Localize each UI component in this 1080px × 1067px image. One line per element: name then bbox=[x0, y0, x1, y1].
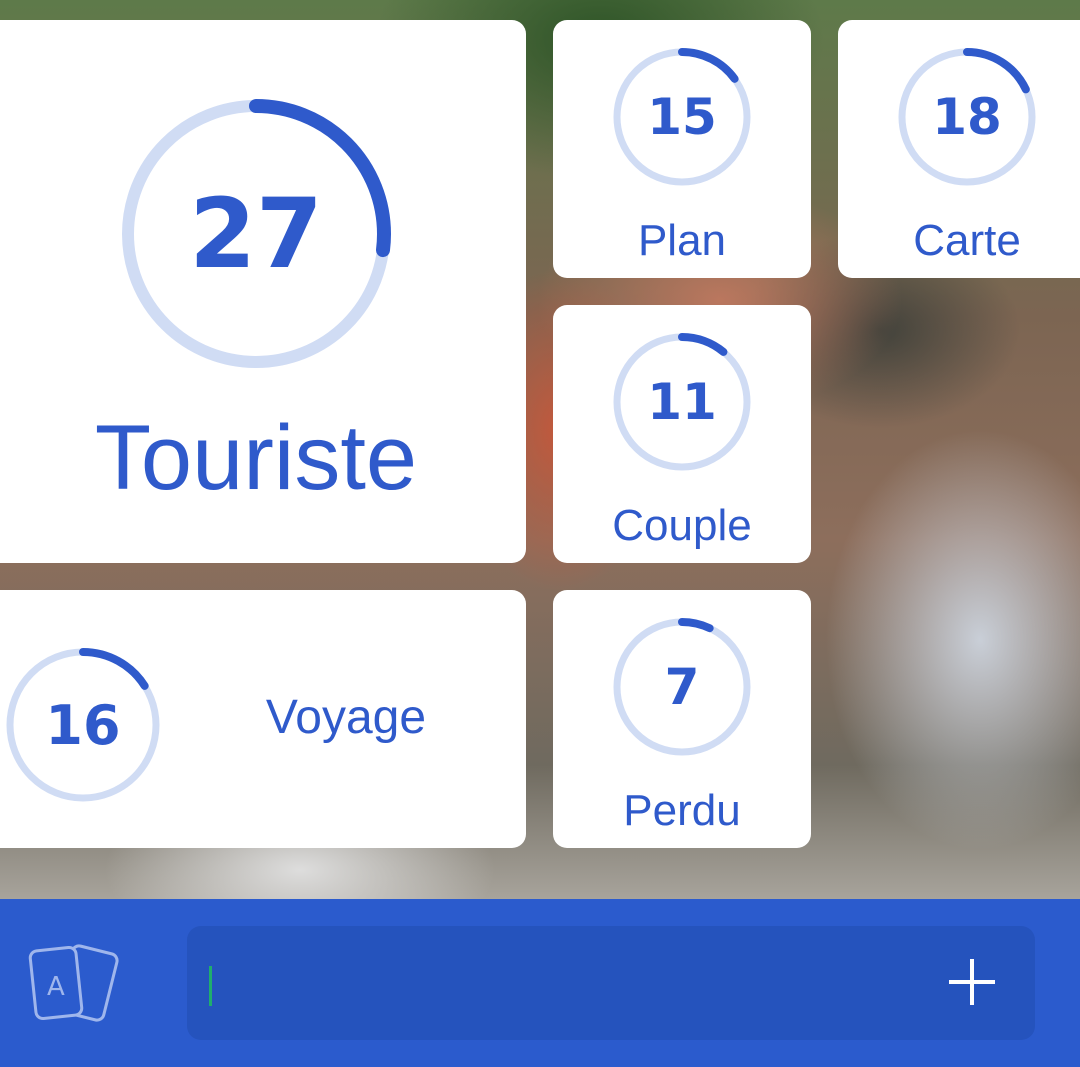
tile-word: Touriste bbox=[94, 407, 418, 509]
tile-word: Carte bbox=[913, 216, 1021, 265]
answer-input[interactable] bbox=[187, 926, 1035, 1040]
tile-count: 15 bbox=[647, 88, 717, 146]
text-caret bbox=[209, 966, 212, 1006]
tile-perdu[interactable]: 7 Perdu bbox=[553, 590, 811, 848]
progress-ring: 18 bbox=[896, 46, 1038, 188]
tile-count: 16 bbox=[45, 693, 121, 757]
tile-touriste[interactable]: 27 Touriste bbox=[0, 20, 526, 563]
tile-count: 18 bbox=[932, 88, 1002, 146]
tile-word: Perdu bbox=[623, 786, 741, 835]
tile-word: Voyage bbox=[265, 691, 427, 744]
tile-word: Plan bbox=[637, 216, 727, 265]
tile-word: Couple bbox=[612, 501, 752, 550]
tile-couple[interactable]: 11 Couple bbox=[553, 305, 811, 563]
bottom-bar: A bbox=[0, 899, 1080, 1067]
progress-ring: 7 bbox=[611, 616, 753, 758]
tile-count: 27 bbox=[189, 178, 323, 290]
tile-voyage[interactable]: 16 Voyage bbox=[0, 590, 526, 848]
plus-icon[interactable] bbox=[949, 959, 995, 1005]
tile-count: 7 bbox=[664, 658, 700, 716]
cards-icon[interactable]: A bbox=[27, 941, 127, 1026]
tile-carte[interactable]: 18 Carte bbox=[838, 20, 1080, 278]
progress-ring: 27 bbox=[118, 96, 394, 372]
progress-ring: 11 bbox=[611, 331, 753, 473]
cards-icon-letter: A bbox=[47, 972, 65, 1002]
progress-ring: 15 bbox=[611, 46, 753, 188]
tile-plan[interactable]: 15 Plan bbox=[553, 20, 811, 278]
tile-count: 11 bbox=[647, 373, 717, 431]
progress-ring: 16 bbox=[4, 646, 162, 804]
